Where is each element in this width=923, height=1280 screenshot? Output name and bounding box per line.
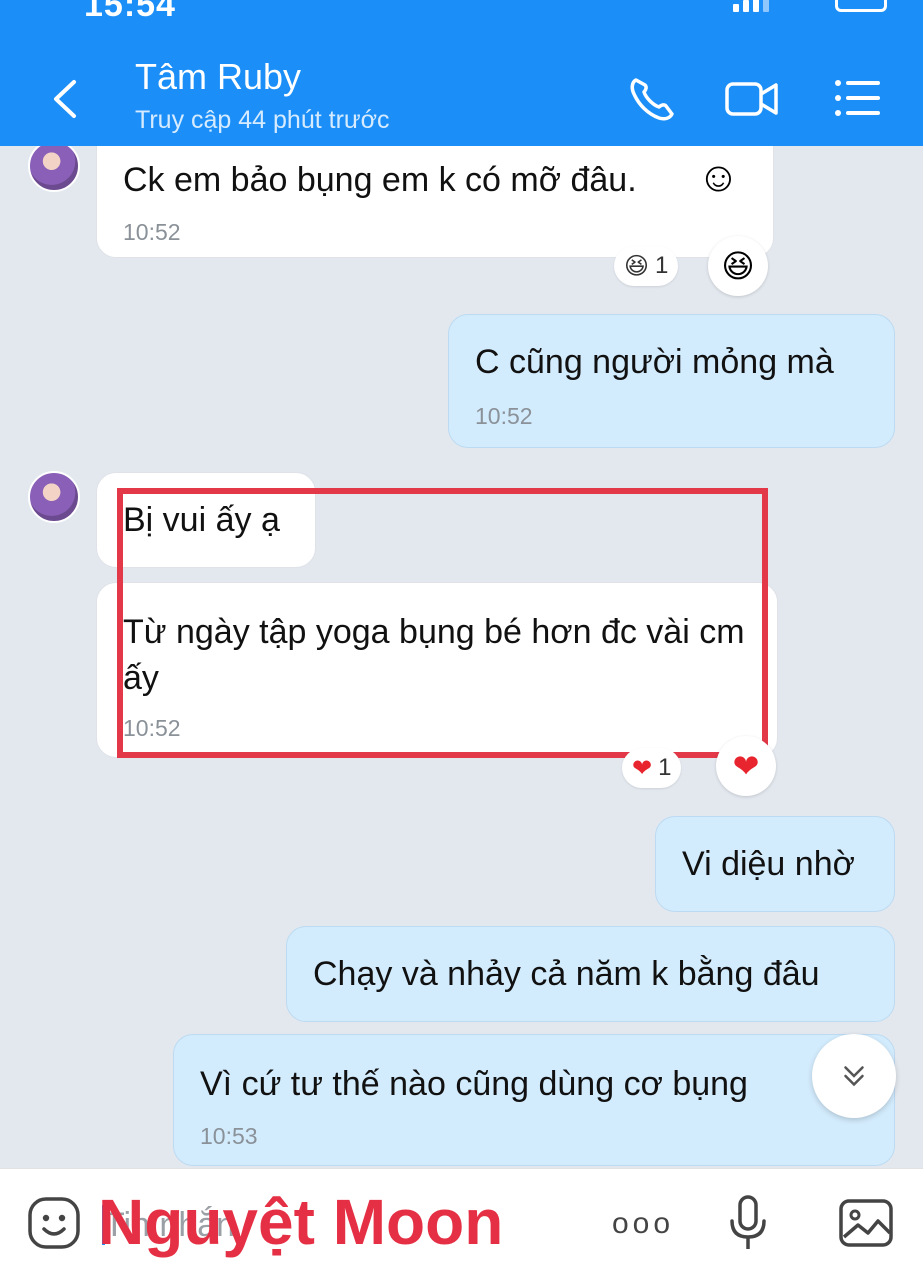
reaction-count: 1	[658, 754, 672, 781]
signal-icon	[733, 0, 769, 12]
message-bubble-outgoing[interactable]: Vì cứ tư thế nào cũng dùng cơ bụng 10:53	[173, 1034, 895, 1166]
message-text: Vi diệu nhờ	[682, 845, 855, 883]
heart-icon: ❤	[632, 754, 653, 782]
avatar[interactable]	[28, 471, 80, 523]
voice-record-button[interactable]	[718, 1193, 778, 1253]
message-time: 10:53	[200, 1123, 258, 1149]
status-icons	[733, 0, 887, 12]
highlight-box	[117, 488, 768, 758]
message-text: C cũng người mỏng mà	[475, 343, 834, 381]
message-list[interactable]: Ck em bảo bụng em k có mỡ đâu. ☺ 10:52 😆…	[0, 146, 923, 1168]
call-button[interactable]	[622, 70, 682, 126]
react-button[interactable]: 😆	[708, 236, 768, 296]
message-bubble-incoming[interactable]: Ck em bảo bụng em k có mỡ đâu. ☺ 10:52	[96, 146, 774, 258]
back-button[interactable]	[42, 72, 92, 126]
message-bubble-outgoing[interactable]: Chạy và nhảy cả năm k bằng đâu	[286, 926, 895, 1022]
last-seen-status: Truy cập 44 phút trước	[135, 106, 390, 134]
send-image-button[interactable]	[836, 1193, 896, 1253]
composer-bar: Tin nhắn Nguyệt Moon ooo	[0, 1168, 923, 1280]
chat-header: 15:54 Tâm Ruby Truy cập 44 phút trước	[0, 0, 923, 146]
back-arrow-icon	[54, 80, 76, 118]
scroll-to-bottom-button[interactable]	[812, 1034, 896, 1118]
message-time: 10:52	[123, 219, 181, 245]
microphone-icon	[730, 1195, 766, 1249]
reaction-summary[interactable]: ❤ 1	[622, 748, 682, 788]
message-text: Ck em bảo bụng em k có mỡ đâu.	[123, 161, 637, 199]
message-text: Vì cứ tư thế nào cũng dùng cơ bụng	[200, 1065, 748, 1103]
reaction-summary[interactable]: 😆 1	[614, 246, 679, 286]
heart-icon: ❤	[732, 748, 760, 784]
avatar[interactable]	[28, 146, 80, 192]
phone-icon	[630, 78, 674, 121]
video-call-button[interactable]	[722, 70, 782, 126]
contact-name[interactable]: Tâm Ruby	[135, 56, 301, 98]
image-icon	[839, 1199, 893, 1247]
battery-icon	[835, 0, 887, 12]
status-time: 15:54	[84, 0, 176, 24]
message-text: Chạy và nhảy cả năm k bằng đâu	[313, 955, 820, 993]
reaction-count: 1	[655, 252, 669, 279]
react-button[interactable]: ❤	[716, 736, 776, 796]
laughing-emoji-icon: 😆	[624, 252, 650, 280]
more-button[interactable]: ooo	[612, 1207, 674, 1241]
emoji-icon	[28, 1197, 80, 1249]
more-icon: ooo	[612, 1207, 675, 1240]
message-time: 10:52	[475, 403, 533, 429]
watermark-text: Nguyệt Moon	[98, 1186, 504, 1258]
menu-list-icon	[835, 80, 880, 116]
chevron-down-icon	[844, 1066, 864, 1087]
message-bubble-outgoing[interactable]: C cũng người mỏng mà 10:52	[448, 314, 895, 448]
laughing-emoji-icon: 😆	[721, 248, 755, 284]
smiley-emoji-icon: ☺	[697, 153, 740, 200]
message-bubble-outgoing[interactable]: Vi diệu nhờ	[655, 816, 895, 912]
wifi-icon	[789, 0, 815, 8]
chat-menu-button[interactable]	[828, 70, 888, 126]
emoji-button[interactable]	[24, 1193, 84, 1253]
video-call-icon	[725, 82, 778, 116]
